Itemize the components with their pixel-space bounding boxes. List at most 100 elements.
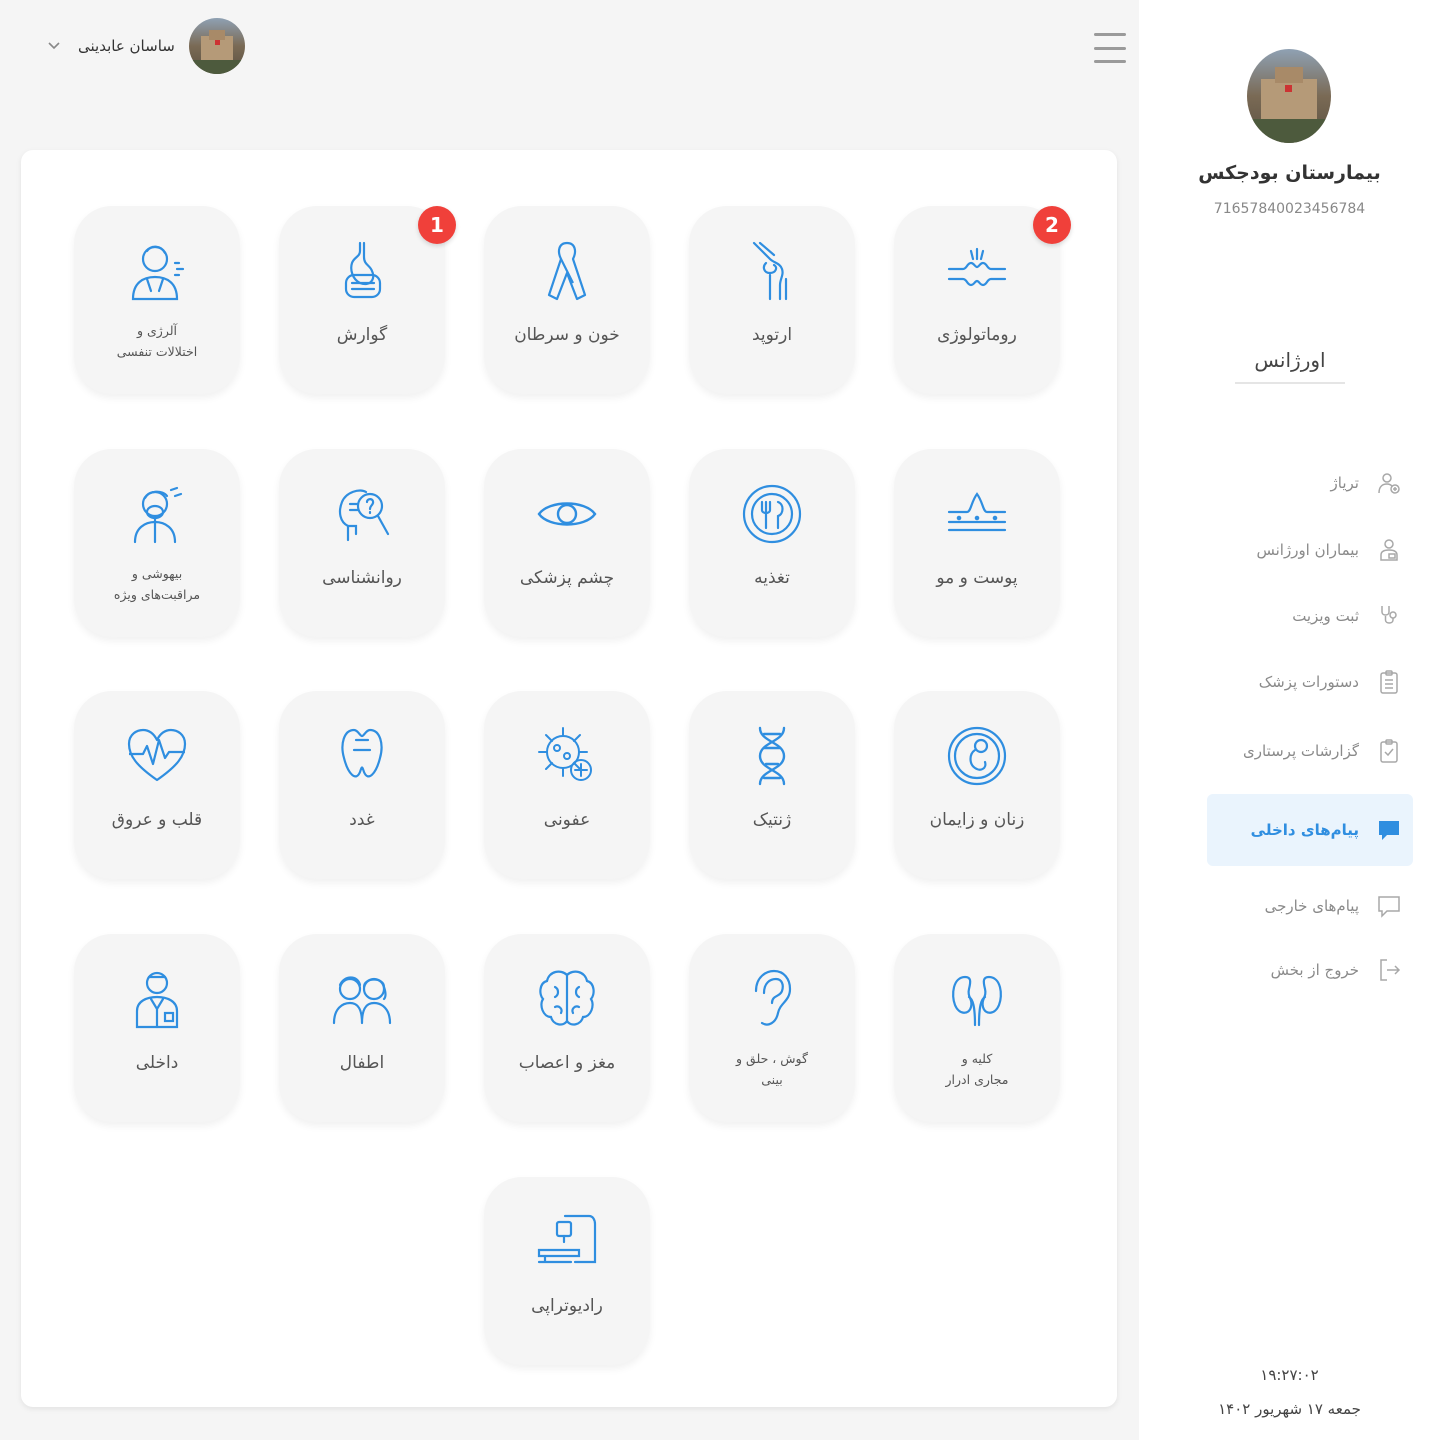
department-label: تغذیه — [754, 568, 790, 588]
department-label: گوش ، حلق و بینی — [736, 1051, 808, 1088]
department-tile[interactable]: داخلی — [74, 934, 240, 1122]
department-label: چشم پزشکی — [519, 568, 615, 588]
hospital-code: 71657840023456784 — [1213, 201, 1366, 217]
current-date: جمعه ۱۷ شهریور ۱۴۰۲ — [1218, 1400, 1361, 1418]
sidebar-item-label: خروج از بخش — [1270, 961, 1359, 979]
department-tile[interactable]: تغذیه — [689, 449, 855, 637]
department-label: کلیه و مجاری ادرار — [945, 1051, 1009, 1088]
psychology-head-icon — [327, 479, 397, 549]
main-area: ساسان عابدینی روماتولوژی 2 ارتوپد خون و سرط… — [0, 0, 1139, 1440]
department-tile[interactable]: ارتوپد — [689, 206, 855, 394]
department-label: پوست و مو — [936, 568, 1018, 588]
chat-outline-icon — [1377, 894, 1401, 918]
user-add-icon — [1377, 471, 1401, 495]
clock-time: ۱۹:۲۷:۰۲ — [1260, 1366, 1319, 1384]
heart-pulse-icon — [122, 721, 192, 791]
sidebar-item[interactable]: تریاژ — [1207, 453, 1413, 513]
sidebar-item[interactable]: دستورات پزشک — [1207, 652, 1413, 712]
rheumatology-icon — [942, 236, 1012, 306]
department-label: رادیوتراپی — [531, 1296, 603, 1316]
department-label: اطفال — [339, 1053, 385, 1073]
sidebar-item[interactable]: بیماران اورژانس — [1207, 520, 1413, 580]
user-avatar[interactable] — [188, 18, 245, 74]
department-label: زنان و زایمان — [929, 810, 1025, 830]
stethoscope-icon — [1377, 604, 1401, 628]
chevron-down-icon[interactable] — [44, 36, 64, 56]
department-label: عفونی — [543, 810, 591, 830]
virus-icon — [532, 721, 602, 791]
hamburger-menu-icon[interactable] — [1094, 33, 1126, 63]
sidebar-item-label: پیام‌های داخلی — [1250, 821, 1359, 839]
department-label: قلب و عروق — [111, 810, 203, 830]
clipboard-list-icon — [1377, 670, 1401, 694]
sidebar-item[interactable]: ثبت ویزیت — [1207, 586, 1413, 646]
department-tile[interactable]: خون و سرطان — [484, 206, 650, 394]
thyroid-icon — [327, 721, 397, 791]
sidebar-item-label: دستورات پزشک — [1258, 673, 1359, 691]
dna-icon — [737, 721, 807, 791]
section-title: اورژانس — [1235, 348, 1345, 384]
user-menu[interactable]: ساسان عابدینی — [44, 18, 245, 74]
department-tile[interactable]: بیهوشی و مراقبت‌های ویژه — [74, 449, 240, 637]
clipboard-check-icon — [1377, 739, 1401, 763]
patient-icon — [1377, 538, 1401, 562]
ear-icon — [737, 964, 807, 1034]
department-tile[interactable]: مغز و اعصاب — [484, 934, 650, 1122]
department-tile[interactable]: کلیه و مجاری ادرار — [894, 934, 1060, 1122]
sidebar-item[interactable]: پیام‌های داخلی — [1207, 794, 1413, 866]
department-tile[interactable]: زنان و زایمان — [894, 691, 1060, 879]
top-bar: ساسان عابدینی — [0, 0, 1139, 100]
sidebar-item[interactable]: گزارشات پرستاری — [1207, 721, 1413, 781]
hospital-name: بیمارستان بودجکس — [1198, 162, 1381, 184]
departments-card: روماتولوژی 2 ارتوپد خون و سرطان گوارش 1 آلرژی … — [21, 150, 1117, 1407]
department-tile[interactable]: قلب و عروق — [74, 691, 240, 879]
plate-cutlery-icon — [737, 479, 807, 549]
department-tile[interactable]: ژنتیک — [689, 691, 855, 879]
department-tile[interactable]: روانشناسی — [279, 449, 445, 637]
department-label: بیهوشی و مراقبت‌های ویژه — [113, 566, 201, 603]
department-label: خون و سرطان — [514, 325, 620, 345]
department-label: داخلی — [135, 1053, 179, 1073]
sidebar-item[interactable]: خروج از بخش — [1207, 940, 1413, 1000]
sidebar-item[interactable]: پیام‌های خارجی — [1207, 876, 1413, 936]
department-label: ارتوپد — [751, 325, 793, 345]
department-tile[interactable]: پوست و مو — [894, 449, 1060, 637]
department-label: روانشناسی — [322, 568, 402, 588]
logout-icon — [1377, 958, 1401, 982]
department-label: آلرژی و اختلالات تنفسی — [116, 323, 198, 360]
allergy-icon — [122, 236, 192, 306]
sidebar-item-label: پیام‌های خارجی — [1264, 897, 1359, 915]
department-tile[interactable]: چشم پزشکی — [484, 449, 650, 637]
cancer-ribbon-icon — [532, 236, 602, 306]
department-tile[interactable]: آلرژی و اختلالات تنفسی — [74, 206, 240, 394]
department-tile[interactable]: رادیوتراپی — [484, 1177, 650, 1365]
anesthesia-icon — [122, 479, 192, 549]
department-tile[interactable]: غدد — [279, 691, 445, 879]
sidebar-item-label: بیماران اورژانس — [1256, 541, 1359, 559]
department-tile[interactable]: گوش ، حلق و بینی — [689, 934, 855, 1122]
department-label: مغز و اعصاب — [518, 1053, 616, 1073]
chat-filled-icon — [1377, 818, 1401, 842]
notification-badge: 2 — [1033, 206, 1071, 244]
fetus-icon — [942, 721, 1012, 791]
department-tile[interactable]: عفونی — [484, 691, 650, 879]
doctor-icon — [122, 964, 192, 1034]
department-label: گوارش — [336, 325, 388, 345]
hospital-avatar — [1247, 49, 1331, 143]
sidebar-item-label: ثبت ویزیت — [1292, 607, 1359, 625]
user-name: ساسان عابدینی — [78, 37, 175, 55]
kidney-icon — [942, 964, 1012, 1034]
skin-icon — [942, 479, 1012, 549]
eye-icon — [532, 479, 602, 549]
department-tile[interactable]: اطفال — [279, 934, 445, 1122]
sidebar: بیمارستان بودجکس 71657840023456784 اورژا… — [1139, 0, 1440, 1440]
department-label: روماتولوژی — [937, 325, 1017, 345]
sidebar-item-label: گزارشات پرستاری — [1243, 742, 1359, 760]
stomach-icon — [327, 236, 397, 306]
notification-badge: 1 — [418, 206, 456, 244]
radiotherapy-machine-icon — [532, 1207, 602, 1277]
department-label: غدد — [349, 810, 375, 830]
brain-icon — [532, 964, 602, 1034]
knee-joint-icon — [737, 236, 807, 306]
children-icon — [327, 964, 397, 1034]
